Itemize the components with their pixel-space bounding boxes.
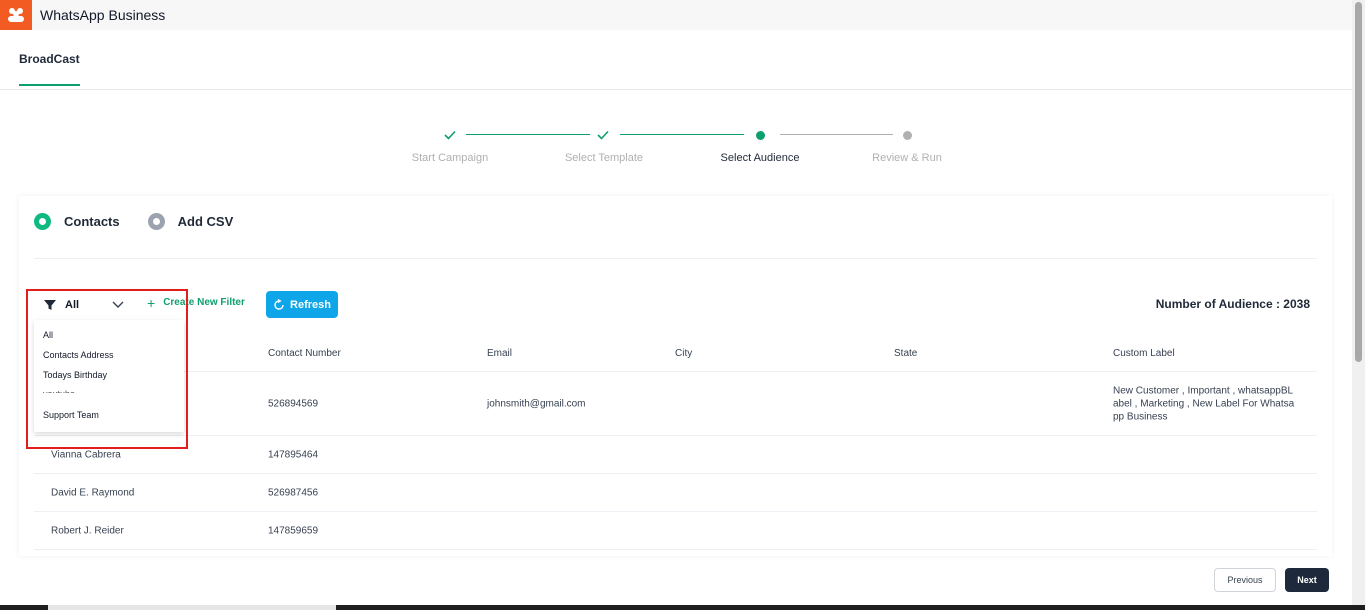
filter-select[interactable]: All [33,291,131,318]
audience-card: Contacts Add CSV All + Create New Filter… [19,196,1332,556]
contact-number: 147859659 [268,525,319,536]
contact-name: David E. Raymond [51,487,135,498]
filter-option-support-team[interactable]: Support Team [43,410,99,420]
app-title: WhatsApp Business [40,7,166,23]
plus-icon: + [147,294,156,311]
tab-bar: BroadCast [0,30,1352,90]
table-row[interactable]: Vianna Cabrera 147895464 [34,436,1317,474]
table-row[interactable]: David E. Raymond 526987456 [34,474,1317,512]
check-icon [441,126,459,144]
custom-label-line: abel , Marketing , New Label For Whatsa [1113,398,1295,409]
filter-option-youtube[interactable]: youtube [43,390,83,393]
campaign-stepper: Start Campaign Select Template Select Au… [390,126,970,176]
current-step-dot [751,126,769,144]
table-row[interactable]: Robert J. Reider 147859659 [34,512,1317,550]
os-taskbar [0,605,1365,610]
step-connector [620,134,744,135]
check-icon [594,126,612,144]
add-csv-radio[interactable] [147,213,165,230]
step-label-select-template: Select Template [564,152,644,164]
scrollbar-thumb[interactable] [1355,2,1362,362]
previous-button[interactable]: Previous [1214,568,1276,592]
column-header: State [894,348,918,359]
filter-option-all[interactable]: All [43,330,53,340]
step-connector [780,134,893,135]
create-new-filter-button[interactable]: + Create New Filter [147,294,245,311]
table-header: Contact Number Email City State Custom L… [34,336,1317,372]
step-label-select-audience: Select Audience [720,152,800,164]
refresh-button[interactable]: Refresh [266,291,338,318]
filter-selected-value: All [65,298,80,311]
contacts-table: Contact Number Email City State Custom L… [34,336,1317,550]
filter-icon [44,299,56,310]
contact-number: 147895464 [268,449,319,460]
contacts-radio-label[interactable]: Contacts [64,214,120,229]
contact-number: 526987456 [268,487,319,498]
contact-email: johnsmith@gmail.com [487,398,586,409]
create-new-filter-label: Create New Filter [163,297,245,308]
column-header: Email [487,348,513,359]
contact-name: Robert J. Reider [51,525,124,536]
column-header: City [675,348,693,359]
table-row[interactable]: 526894569 johnsmith@gmail.com New Custom… [34,372,1317,436]
people-group-icon[interactable] [0,0,32,30]
filter-dropdown-menu: All Contacts Address Todays Birthday you… [34,320,184,432]
contact-number: 526894569 [268,398,319,409]
column-header: Contact Number [268,348,341,359]
add-csv-radio-label[interactable]: Add CSV [178,214,234,229]
column-header: Custom Label [1113,348,1175,359]
step-label-review-run: Review & Run [872,152,942,164]
app-header: WhatsApp Business [0,0,1352,30]
filter-option-contacts-address[interactable]: Contacts Address [43,350,114,360]
tab-broadcast[interactable]: BroadCast [19,52,80,66]
next-button[interactable]: Next [1285,568,1329,592]
vertical-scrollbar[interactable] [1352,0,1365,605]
filter-option-todays-birthday[interactable]: Todays Birthday [43,370,107,380]
contact-name: Vianna Cabrera [51,449,121,460]
source-radio-group: Contacts Add CSV [34,213,233,230]
custom-label-line: New Customer , Important , whatsappBL [1113,385,1294,396]
chevron-down-icon [112,301,124,308]
active-tab-indicator [19,84,80,86]
divider [34,258,1317,259]
audience-count: Number of Audience : 2038 [1155,297,1310,311]
custom-label: New Customer , Important , whatsappBL ab… [1113,384,1294,423]
contacts-radio[interactable] [34,213,51,230]
step-label-start-campaign: Start Campaign [411,152,489,164]
pending-step-dot [898,126,916,144]
refresh-icon [274,298,284,310]
custom-label-line: pp Business [1113,411,1168,422]
step-connector [466,134,590,135]
refresh-label: Refresh [290,298,331,311]
